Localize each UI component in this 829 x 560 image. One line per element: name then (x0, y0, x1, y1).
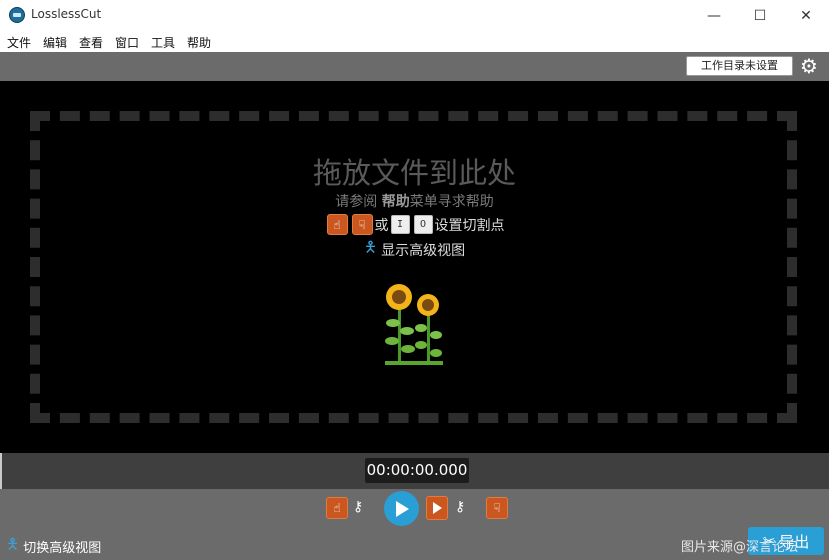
sunflower-icon (385, 284, 443, 365)
title-bar: LosslessCut — ☐ ✕ (0, 0, 829, 31)
drop-help-text: 请参阅 帮助菜单寻求帮助 (335, 194, 494, 210)
cut-text: 设置切割点 (434, 217, 505, 234)
show-advanced-text: 显示高级视图 (381, 242, 466, 259)
menu-bar: 文件 编辑 查看 窗口 工具 帮助 (0, 31, 829, 52)
timeline[interactable]: 00:00:00.000 (0, 453, 829, 489)
playback-controls: ☝ ⚷ ⚷ ☟ 🯅 切换高级视图 ✂ 导出 图片来源@深言论坛 (0, 489, 829, 560)
cut-start-icon: ☝ (326, 214, 348, 235)
jump-cut-end-key-icon[interactable]: ⚷ (455, 499, 465, 515)
play-small-icon (433, 502, 442, 514)
step-forward-button[interactable] (426, 496, 448, 520)
gear-icon[interactable]: ⚙ (800, 55, 818, 77)
person-icon: 🯅 (363, 238, 378, 256)
timecode-display[interactable]: 00:00:00.000 (365, 458, 469, 483)
working-directory-button[interactable]: 工作目录未设置 (686, 56, 793, 76)
drop-title: 拖放文件到此处 (312, 156, 516, 190)
maximize-button[interactable]: ☐ (737, 0, 783, 31)
close-button[interactable]: ✕ (783, 0, 829, 31)
toggle-advanced-view[interactable]: 🯅 切换高级视图 (6, 534, 101, 559)
key-o: O (413, 215, 433, 234)
app-logo-icon (9, 7, 25, 23)
menu-window[interactable]: 窗口 (115, 34, 139, 51)
window-title: LosslessCut (31, 7, 102, 21)
set-cut-end-button[interactable]: ☟ (486, 497, 508, 519)
toggle-advanced-label: 切换高级视图 (23, 541, 102, 556)
key-i: I (390, 215, 410, 234)
play-icon (395, 500, 409, 517)
cut-or-text: 或 (374, 217, 389, 234)
person-icon: 🯅 (6, 535, 20, 553)
minimize-button[interactable]: — (691, 0, 737, 31)
set-cut-start-button[interactable]: ☝ (326, 497, 348, 519)
cut-hint: ☝ ☟ 或 I O 设置切割点 (0, 214, 829, 235)
menu-tools[interactable]: 工具 (151, 34, 175, 51)
cut-end-icon: ☟ (351, 214, 373, 235)
player-area[interactable]: 拖放文件到此处 请参阅 帮助菜单寻求帮助 ☝ ☟ 或 I O 设置切割点 🯅 显… (0, 81, 829, 453)
menu-help[interactable]: 帮助 (187, 34, 211, 51)
help-link[interactable]: 帮助 (382, 194, 410, 210)
top-toolbar: 工作目录未设置 ⚙ (0, 52, 829, 81)
menu-view[interactable]: 查看 (79, 34, 103, 51)
play-button[interactable] (384, 491, 419, 526)
menu-edit[interactable]: 编辑 (43, 34, 67, 51)
menu-file[interactable]: 文件 (7, 34, 31, 51)
jump-cut-start-key-icon[interactable]: ⚷ (353, 499, 363, 515)
show-advanced-hint[interactable]: 🯅 显示高级视图 (0, 237, 829, 262)
watermark-text: 图片来源@深言论坛 (681, 540, 799, 555)
